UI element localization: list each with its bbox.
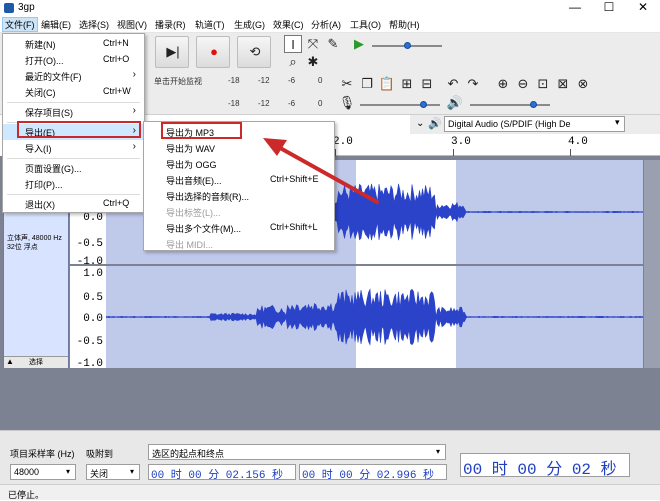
audio-position-time[interactable]: 00 时 00 分 02 秒 [460, 453, 630, 479]
skip-end-button[interactable]: ▶| [155, 36, 189, 68]
selection-tool-icon[interactable]: I [284, 35, 302, 53]
menu-separator [7, 102, 140, 103]
menu-effect[interactable]: 效果(C) [273, 18, 304, 31]
menu-item-print[interactable]: 打印(P)... [3, 176, 144, 192]
empty-track-area[interactable] [0, 372, 660, 430]
menu-tracks[interactable]: 轨道(T) [195, 18, 225, 31]
minimize-button[interactable]: — [558, 0, 592, 16]
waveform-right [106, 288, 643, 346]
trim-icon[interactable]: ⊞ [398, 75, 416, 93]
copy-icon[interactable]: ❐ [358, 75, 376, 93]
draw-tool-icon[interactable]: ✎ [324, 35, 342, 53]
menu-analyze[interactable]: 分析(A) [311, 18, 341, 31]
menu-tools[interactable]: 工具(O) [350, 18, 381, 31]
menu-item-recent[interactable]: 最近的文件(F) › [3, 68, 144, 84]
ruler-tick [570, 149, 571, 156]
chevron-down-icon[interactable]: ▾ [436, 447, 440, 456]
playback-device-select[interactable]: Digital Audio (S/PDIF (High De [444, 116, 625, 132]
loop-icon: ⟲ [249, 44, 261, 59]
selection-mode-select[interactable]: 选区的起点和终点 [148, 444, 446, 460]
fit-selection-icon[interactable]: ⊡ [534, 75, 552, 93]
vertical-scrollbar[interactable] [644, 160, 660, 368]
highlight-box-mp3 [161, 122, 242, 139]
menu-separator [7, 194, 140, 195]
submenu-arrow-icon: › [132, 105, 136, 116]
zoom-tool-icon[interactable]: ⌕ [284, 53, 302, 71]
status-text: 已停止。 [8, 490, 45, 500]
undo-icon[interactable]: ↶ [444, 75, 462, 93]
play-at-speed-icon[interactable]: ▶ [350, 35, 368, 53]
cut-icon[interactable]: ✂ [338, 75, 356, 93]
menu-edit[interactable]: 编辑(E) [41, 18, 71, 31]
snap-to-label: 吸附到 [86, 449, 114, 459]
ruler-tick [453, 149, 454, 156]
record-icon: ● [210, 44, 218, 59]
skip-end-icon: ▶| [166, 44, 180, 59]
fit-project-icon[interactable]: ⊠ [554, 75, 572, 93]
menu-bar: 文件(F) 编辑(E) 选择(S) 视图(V) 播录(R) 轨道(T) 生成(G… [0, 16, 660, 33]
paste-icon[interactable]: 📋 [378, 75, 396, 93]
menu-file[interactable]: 文件(F) [2, 17, 38, 32]
annotation-arrow [263, 138, 379, 204]
speaker-device-icon: 🔊 [428, 118, 442, 130]
title-bar: 3gp — ☐ ✕ [0, 0, 660, 16]
microphone-icon: 🎙 [338, 95, 356, 110]
play-speed-knob[interactable] [404, 42, 411, 49]
silence-icon[interactable]: ⊟ [418, 75, 436, 93]
selection-start-time[interactable]: 00 时 00 分 02.156 秒 [148, 464, 296, 482]
record-button[interactable]: ● [196, 36, 230, 68]
chevron-down-icon[interactable]: ▾ [130, 467, 134, 476]
menu-item-exit[interactable]: 退出(X) Ctrl+Q [3, 196, 144, 212]
menu-view[interactable]: 视图(V) [117, 18, 147, 31]
playback-volume-knob[interactable] [530, 101, 537, 108]
window-title: 3gp [18, 2, 35, 13]
zoom-toggle-icon[interactable]: ⊗ [574, 75, 592, 93]
app-icon [4, 3, 14, 13]
submenu-arrow-icon: › [132, 141, 136, 152]
record-volume-knob[interactable] [420, 101, 427, 108]
device-toolbar: ⌄ 🔊 Digital Audio (S/PDIF (High De ▾ [410, 115, 660, 134]
loop-button[interactable]: ⟲ [237, 36, 271, 68]
envelope-tool-icon[interactable]: ⤧ [304, 35, 322, 53]
zoom-out-icon[interactable]: ⊖ [514, 75, 532, 93]
collapse-icon[interactable]: ▲ [6, 357, 14, 366]
selection-end-time[interactable]: 00 时 00 分 02.996 秒 [299, 464, 447, 482]
close-button[interactable]: ✕ [626, 0, 660, 16]
menu-item-export-multiple[interactable]: 导出多个文件(M)... Ctrl+Shift+L [144, 220, 334, 236]
record-volume-slider[interactable] [360, 104, 440, 106]
menu-item-import[interactable]: 导入(I) › [3, 140, 144, 156]
menu-transport[interactable]: 播录(R) [155, 18, 186, 31]
menu-generate[interactable]: 生成(G) [234, 18, 265, 31]
chevron-down-icon[interactable]: ▾ [615, 117, 620, 128]
amplitude-scale-right: 1.0 0.5 0.0 -0.5 -1.0 [70, 266, 106, 370]
menu-item-new[interactable]: 新建(N) Ctrl+N [3, 36, 144, 52]
menu-item-open[interactable]: 打开(O)... Ctrl+O [3, 52, 144, 68]
menu-item-close[interactable]: 关闭(C) Ctrl+W [3, 84, 144, 100]
chevron-down-icon[interactable]: ⌄ [416, 118, 424, 129]
speaker-icon: 🔊 [446, 95, 464, 110]
menu-item-export-midi: 导出 MIDI... [166, 240, 213, 250]
playback-volume-slider[interactable] [470, 104, 550, 106]
submenu-arrow-icon: › [132, 69, 136, 80]
chevron-down-icon[interactable]: ▾ [66, 467, 70, 476]
redo-icon[interactable]: ↷ [464, 75, 482, 93]
menu-separator [7, 158, 140, 159]
waveform-channel-right[interactable] [106, 266, 643, 368]
multi-tool-icon[interactable]: ✱ [304, 53, 322, 71]
zoom-in-icon[interactable]: ⊕ [494, 75, 512, 93]
highlight-box-export [17, 121, 141, 138]
menu-item-page-setup[interactable]: 页面设置(G)... [3, 160, 144, 176]
track-bit-depth: 32位 浮点 [7, 244, 38, 251]
project-rate-label: 项目采样率 (Hz) [10, 449, 75, 459]
maximize-button[interactable]: ☐ [592, 0, 626, 16]
menu-item-save-project[interactable]: 保存项目(S) › [3, 104, 144, 120]
status-bar: 已停止。 [0, 484, 660, 500]
menu-help[interactable]: 帮助(H) [389, 18, 420, 31]
menu-select[interactable]: 选择(S) [79, 18, 109, 31]
